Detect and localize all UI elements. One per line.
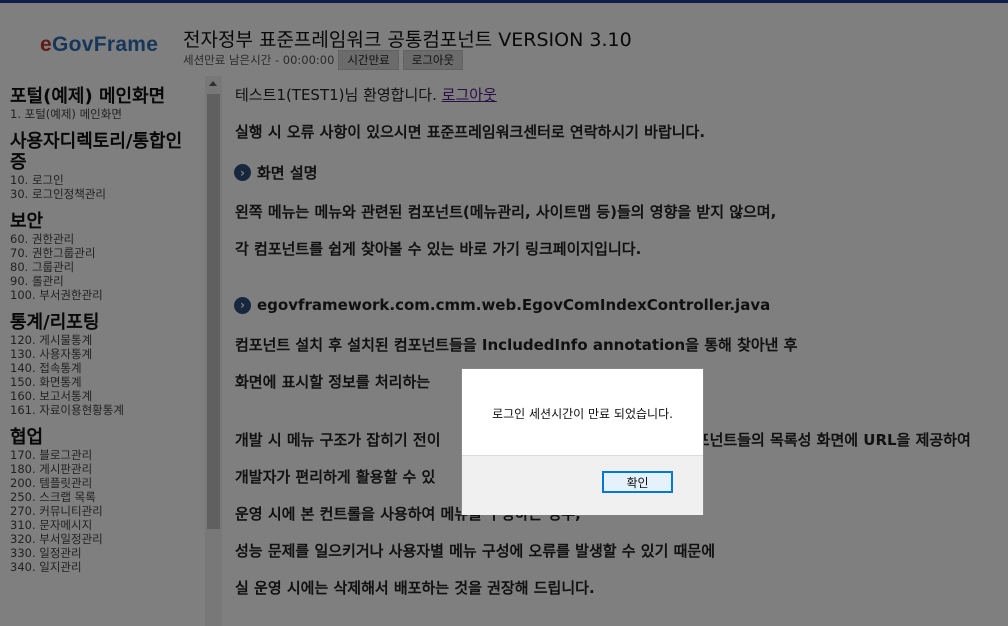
- modal-overlay: [0, 0, 1008, 626]
- dialog-message: 로그인 세션시간이 만료 되었습니다.: [492, 407, 673, 421]
- dialog-ok-button[interactable]: 확인: [602, 471, 673, 493]
- dialog-footer: 확인: [462, 455, 703, 515]
- session-expired-dialog: 로그인 세션시간이 만료 되었습니다. 확인: [461, 368, 704, 515]
